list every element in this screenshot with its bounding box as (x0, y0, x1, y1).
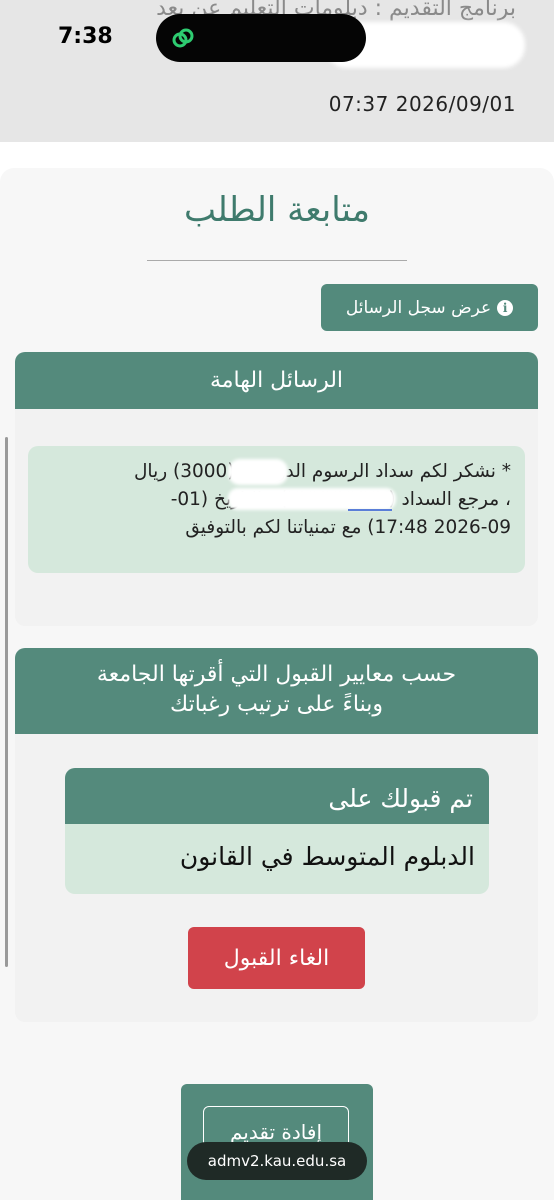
title-divider (147, 260, 407, 261)
browser-url-bar[interactable]: admv2.kau.edu.sa (187, 1142, 367, 1180)
link-icon (172, 28, 194, 48)
redaction-underline (348, 509, 392, 511)
view-messages-log-button[interactable]: i عرض سجل الرسائل (321, 284, 538, 331)
view-messages-log-label: عرض سجل الرسائل (345, 297, 492, 318)
important-messages-header: الرسائل الهامة (15, 352, 538, 409)
scrollbar[interactable] (5, 437, 8, 967)
status-bar-time: 7:38 (58, 24, 113, 49)
admission-result-panel: حسب معايير القبول التي أقرتها الجامعة وب… (15, 648, 538, 1022)
accepted-label: تم قبولك على (65, 768, 489, 824)
page-title: متابعة الطلب (183, 190, 371, 230)
payment-message: * نشكر لكم سداد الرسوم الدراسية (3000) ر… (28, 446, 525, 573)
acceptance-box: تم قبولك على الدبلوم المتوسط في القانون (65, 768, 489, 894)
admission-header-line: حسب معايير القبول التي أقرتها الجامعة (96, 662, 457, 687)
info-icon: i (497, 299, 514, 316)
redaction-mark (228, 488, 396, 510)
redaction-mark (228, 459, 288, 485)
important-messages-panel: الرسائل الهامة * نشكر لكم سداد الرسوم ال… (15, 352, 538, 626)
submission-datetime: 07:37 2026/09/01 (328, 92, 516, 116)
cancel-admission-button[interactable]: الغاء القبول (188, 927, 365, 989)
accepted-program: الدبلوم المتوسط في القانون (179, 842, 475, 871)
message-line: 2026-09 17:48) مع تمنياتنا لكم بالتوفيق (185, 517, 511, 538)
dynamic-island (156, 14, 366, 62)
admission-header-line: وبناءً على ترتيب رغباتك (170, 692, 383, 717)
admission-criteria-header: حسب معايير القبول التي أقرتها الجامعة وب… (15, 648, 538, 734)
